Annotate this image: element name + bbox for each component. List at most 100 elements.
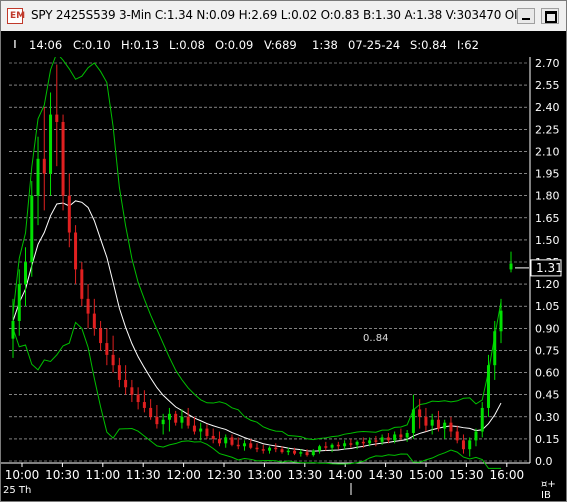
candle-body	[449, 422, 453, 432]
app-logo-icon[interactable]: EM	[7, 8, 25, 24]
candle-body	[161, 419, 165, 425]
candle-body	[261, 449, 265, 451]
candle-body	[149, 407, 153, 417]
x-tick-label: 16:00	[490, 468, 525, 482]
candle-body	[380, 437, 384, 442]
candle-body	[280, 449, 284, 453]
candle-body	[305, 452, 309, 456]
y-tick-label: 0.60	[535, 367, 560, 380]
x-tick-label: 11:00	[86, 468, 121, 482]
bar-elapsed: 1:38	[312, 38, 338, 52]
x-start-label: 25 Th	[3, 485, 31, 496]
x-tick-label: 14:30	[368, 468, 403, 482]
chart-annotation: 0..84	[363, 333, 388, 344]
y-tick-label: 1.50	[535, 234, 560, 247]
candle-body	[174, 413, 178, 423]
candle-body	[330, 444, 334, 448]
candle-body	[355, 441, 359, 445]
candle-body	[486, 365, 490, 408]
y-tick-label: 0.90	[535, 322, 560, 335]
bar-i-value: I:62	[457, 38, 479, 52]
bar-volume: V:689	[264, 38, 297, 52]
y-tick-label: 0.30	[535, 411, 560, 424]
last-price-label: 1.31	[536, 261, 563, 275]
candle-body	[499, 310, 503, 332]
x-tick-label: 13:00	[247, 468, 282, 482]
candle-body	[480, 407, 484, 432]
candle-body	[299, 452, 303, 454]
candle-body	[336, 444, 340, 447]
y-tick-label: 2.10	[535, 145, 560, 158]
window-title: SPY 2425S539 3-Min C:1.34 N:0.09 H:2.69 …	[31, 8, 529, 22]
candle-body	[180, 416, 184, 423]
bar-close: C:0.10	[73, 38, 111, 52]
chart-background	[1, 57, 566, 501]
candle-body	[293, 450, 297, 454]
candle-body	[30, 195, 34, 262]
candle-body	[192, 425, 196, 432]
candle-body	[99, 328, 103, 344]
candle-body	[286, 450, 290, 453]
candle-body	[361, 441, 365, 444]
candle-body	[36, 158, 40, 196]
candle-body	[509, 263, 513, 270]
minimize-button[interactable]	[517, 8, 535, 24]
x-tick-label: 14:00	[328, 468, 363, 482]
candle-body	[343, 443, 347, 447]
candle-body	[405, 432, 409, 438]
y-tick-label: 0.15	[535, 433, 560, 446]
candle-body	[424, 416, 428, 426]
chart-window: EM SPY 2425S539 3-Min C:1.34 N:0.09 H:2.…	[0, 0, 567, 502]
candle-body	[42, 158, 46, 174]
candle-body	[374, 440, 378, 442]
candle-body	[67, 195, 71, 233]
candle-body	[455, 431, 459, 441]
title-bar[interactable]: EM SPY 2425S539 3-Min C:1.34 N:0.09 H:2.…	[1, 1, 566, 31]
candle-body	[117, 365, 121, 380]
bar-high: H:0.13	[121, 38, 160, 52]
y-tick-label: 1.20	[535, 278, 560, 291]
x-tick-label: 10:30	[45, 468, 80, 482]
corner-label[interactable]: ¤+ IB	[541, 479, 565, 501]
candle-body	[199, 428, 203, 432]
candle-body	[92, 313, 96, 329]
candle-body	[111, 354, 115, 366]
candle-body	[324, 446, 328, 448]
candle-body	[80, 269, 84, 299]
cursor-marker-icon: ı	[13, 36, 17, 52]
candle-body	[255, 447, 259, 450]
candle-body	[217, 438, 221, 444]
x-tick-label: 12:00	[166, 468, 201, 482]
candle-body	[211, 435, 215, 439]
candle-body	[242, 443, 246, 447]
y-tick-label: 2.40	[535, 101, 560, 114]
price-chart[interactable]: 2.702.552.402.252.101.951.801.651.501.35…	[1, 57, 566, 501]
candle-body	[142, 402, 146, 408]
candle-body	[430, 419, 434, 426]
candle-body	[11, 320, 15, 339]
bar-info-strip: ı 14:06 C:0.10 H:0.13 L:0.08 O:0.09 V:68…	[1, 31, 566, 57]
candle-body	[443, 422, 447, 429]
y-tick-label: 0.45	[535, 389, 560, 402]
candle-body	[186, 416, 190, 426]
candle-body	[224, 437, 228, 444]
x-tick-label: 11:30	[126, 468, 161, 482]
candle-body	[17, 284, 21, 321]
candle-body	[249, 443, 253, 448]
candle-body	[205, 428, 209, 436]
candle-body	[386, 437, 390, 441]
x-tick-label: 10:00	[5, 468, 40, 482]
y-tick-label: 2.25	[535, 123, 560, 136]
candle-body	[86, 298, 90, 314]
bar-s-value: S:0.84	[410, 38, 447, 52]
candle-body	[155, 416, 159, 425]
candle-body	[461, 440, 465, 450]
maximize-button[interactable]	[541, 8, 559, 24]
candle-body	[274, 447, 278, 450]
bar-low: L:0.08	[169, 38, 205, 52]
candle-body	[230, 437, 234, 445]
candle-body	[411, 409, 415, 433]
candle-body	[474, 431, 478, 441]
x-tick-label: 15:00	[409, 468, 444, 482]
candle-body	[318, 446, 322, 451]
